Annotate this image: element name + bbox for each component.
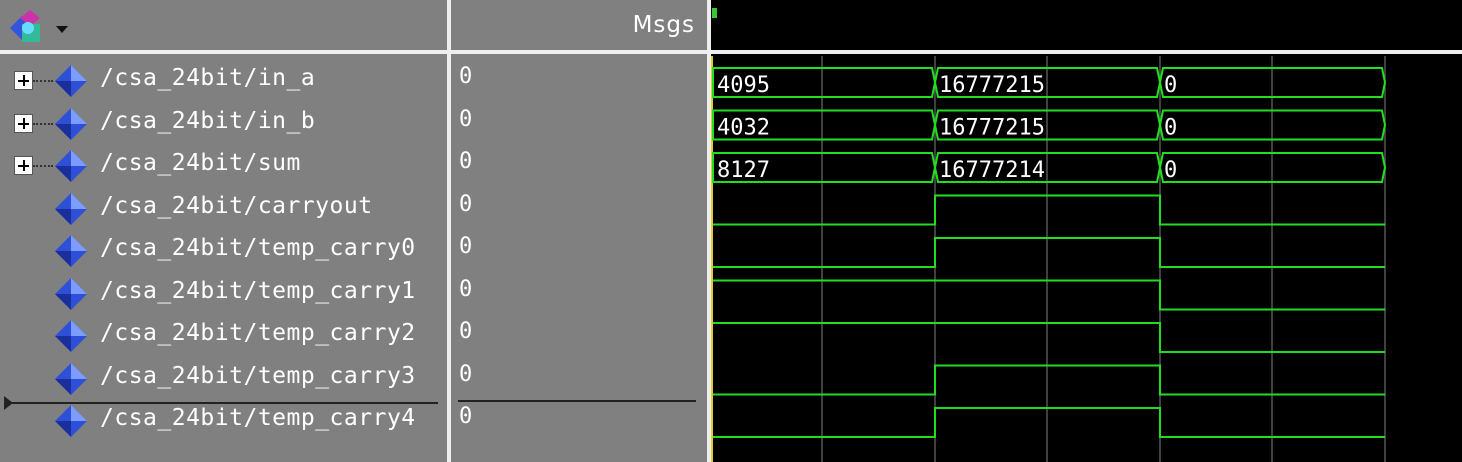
bit-waveform[interactable]	[713, 237, 1385, 268]
signal-value: 0	[459, 404, 473, 429]
signal-name: /csa_24bit/sum	[100, 150, 301, 176]
wave-window: /csa_24bit/in_a/csa_24bit/in_b/csa_24bit…	[0, 0, 1462, 462]
time-marker[interactable]	[712, 8, 717, 18]
signal-row[interactable]: /csa_24bit/in_a	[0, 60, 447, 102]
signal-row[interactable]: /csa_24bit/temp_carry1	[0, 273, 447, 315]
bus-value-label: 0	[1164, 116, 1177, 141]
signal-row[interactable]: /csa_24bit/temp_carry2	[0, 315, 447, 357]
signal-diamond-icon	[55, 192, 87, 225]
signal-row[interactable]: /csa_24bit/temp_carry4	[0, 400, 447, 442]
signal-name: /csa_24bit/temp_carry0	[100, 235, 416, 261]
msgs-header: Msgs	[632, 12, 695, 38]
signal-name: /csa_24bit/temp_carry4	[100, 405, 416, 431]
waveform-pane[interactable]: 4095 16777215 0 4032 16777215 0 8127 16777214 0	[711, 0, 1462, 462]
bus-value-label: 0	[1164, 158, 1177, 183]
signal-diamond-icon	[55, 150, 87, 182]
signal-diamond-icon	[55, 277, 87, 310]
signal-value: 0	[459, 319, 473, 344]
chevron-down-icon[interactable]	[56, 26, 68, 33]
signal-diamond-icon	[55, 65, 87, 97]
header-separator	[0, 50, 711, 54]
signal-value: 0	[459, 234, 473, 259]
tree-connector	[33, 122, 53, 125]
signal-names-pane: /csa_24bit/in_a/csa_24bit/in_b/csa_24bit…	[0, 0, 447, 462]
signal-diamond-icon	[55, 320, 87, 352]
signal-name: /csa_24bit/in_b	[100, 107, 316, 134]
signal-row[interactable]: /csa_24bit/temp_carry0	[0, 230, 447, 272]
signal-value: 0	[459, 191, 473, 217]
bus-value-label: 16777215	[939, 116, 1045, 141]
cursor-line[interactable]	[8, 402, 438, 404]
bus-value-label: 0	[1164, 73, 1177, 98]
bus-value-label: 8127	[717, 158, 770, 183]
signal-values-pane: Msgs 0 0 0 0 0 0 0 0 0	[455, 0, 707, 462]
signal-diamond-icon	[55, 405, 87, 437]
bit-waveform[interactable]	[713, 364, 1385, 396]
signal-row[interactable]: /csa_24bit/temp_carry3	[0, 358, 447, 400]
signal-name: /csa_24bit/temp_carry3	[100, 362, 416, 389]
signal-value: 0	[459, 64, 473, 89]
signal-name: /csa_24bit/temp_carry2	[100, 320, 416, 346]
signal-row[interactable]: /csa_24bit/in_b	[0, 103, 447, 145]
signal-name: /csa_24bit/in_a	[100, 65, 316, 91]
expand-plus-icon[interactable]	[14, 156, 33, 175]
signal-name: /csa_24bit/carryout	[100, 192, 373, 219]
cursor-line-values[interactable]	[458, 400, 696, 402]
signal-row[interactable]: /csa_24bit/carryout	[0, 188, 447, 230]
signal-diamond-icon	[55, 107, 87, 140]
bus-value-label: 4032	[717, 116, 770, 141]
bus-value-label: 4095	[717, 73, 770, 98]
tree-connector	[33, 165, 53, 167]
column-divider[interactable]	[447, 0, 451, 462]
wave-header-separator	[711, 50, 1462, 54]
signal-name: /csa_24bit/temp_carry1	[100, 277, 416, 304]
signal-diamond-icon	[55, 362, 87, 395]
bus-value-label: 16777215	[939, 73, 1045, 98]
bit-waveform[interactable]	[713, 279, 1385, 311]
bit-waveform[interactable]	[713, 194, 1385, 226]
signal-value: 0	[459, 106, 473, 132]
wave-format-icon[interactable]	[6, 8, 48, 50]
waveform-canvas[interactable]: 4095 16777215 0 4032 16777215 0 8127 16777214 0	[711, 0, 1462, 462]
bit-waveform[interactable]	[713, 407, 1385, 438]
signal-value: 0	[459, 149, 473, 174]
bit-waveform[interactable]	[713, 322, 1385, 353]
signal-value: 0	[459, 276, 473, 302]
expand-plus-icon[interactable]	[14, 71, 33, 90]
signal-row[interactable]: /csa_24bit/sum	[0, 145, 447, 187]
signal-diamond-icon	[55, 235, 87, 267]
tree-connector	[33, 80, 53, 82]
expand-plus-icon[interactable]	[14, 113, 33, 133]
signal-value: 0	[459, 361, 473, 387]
bus-value-label: 16777214	[939, 158, 1045, 183]
